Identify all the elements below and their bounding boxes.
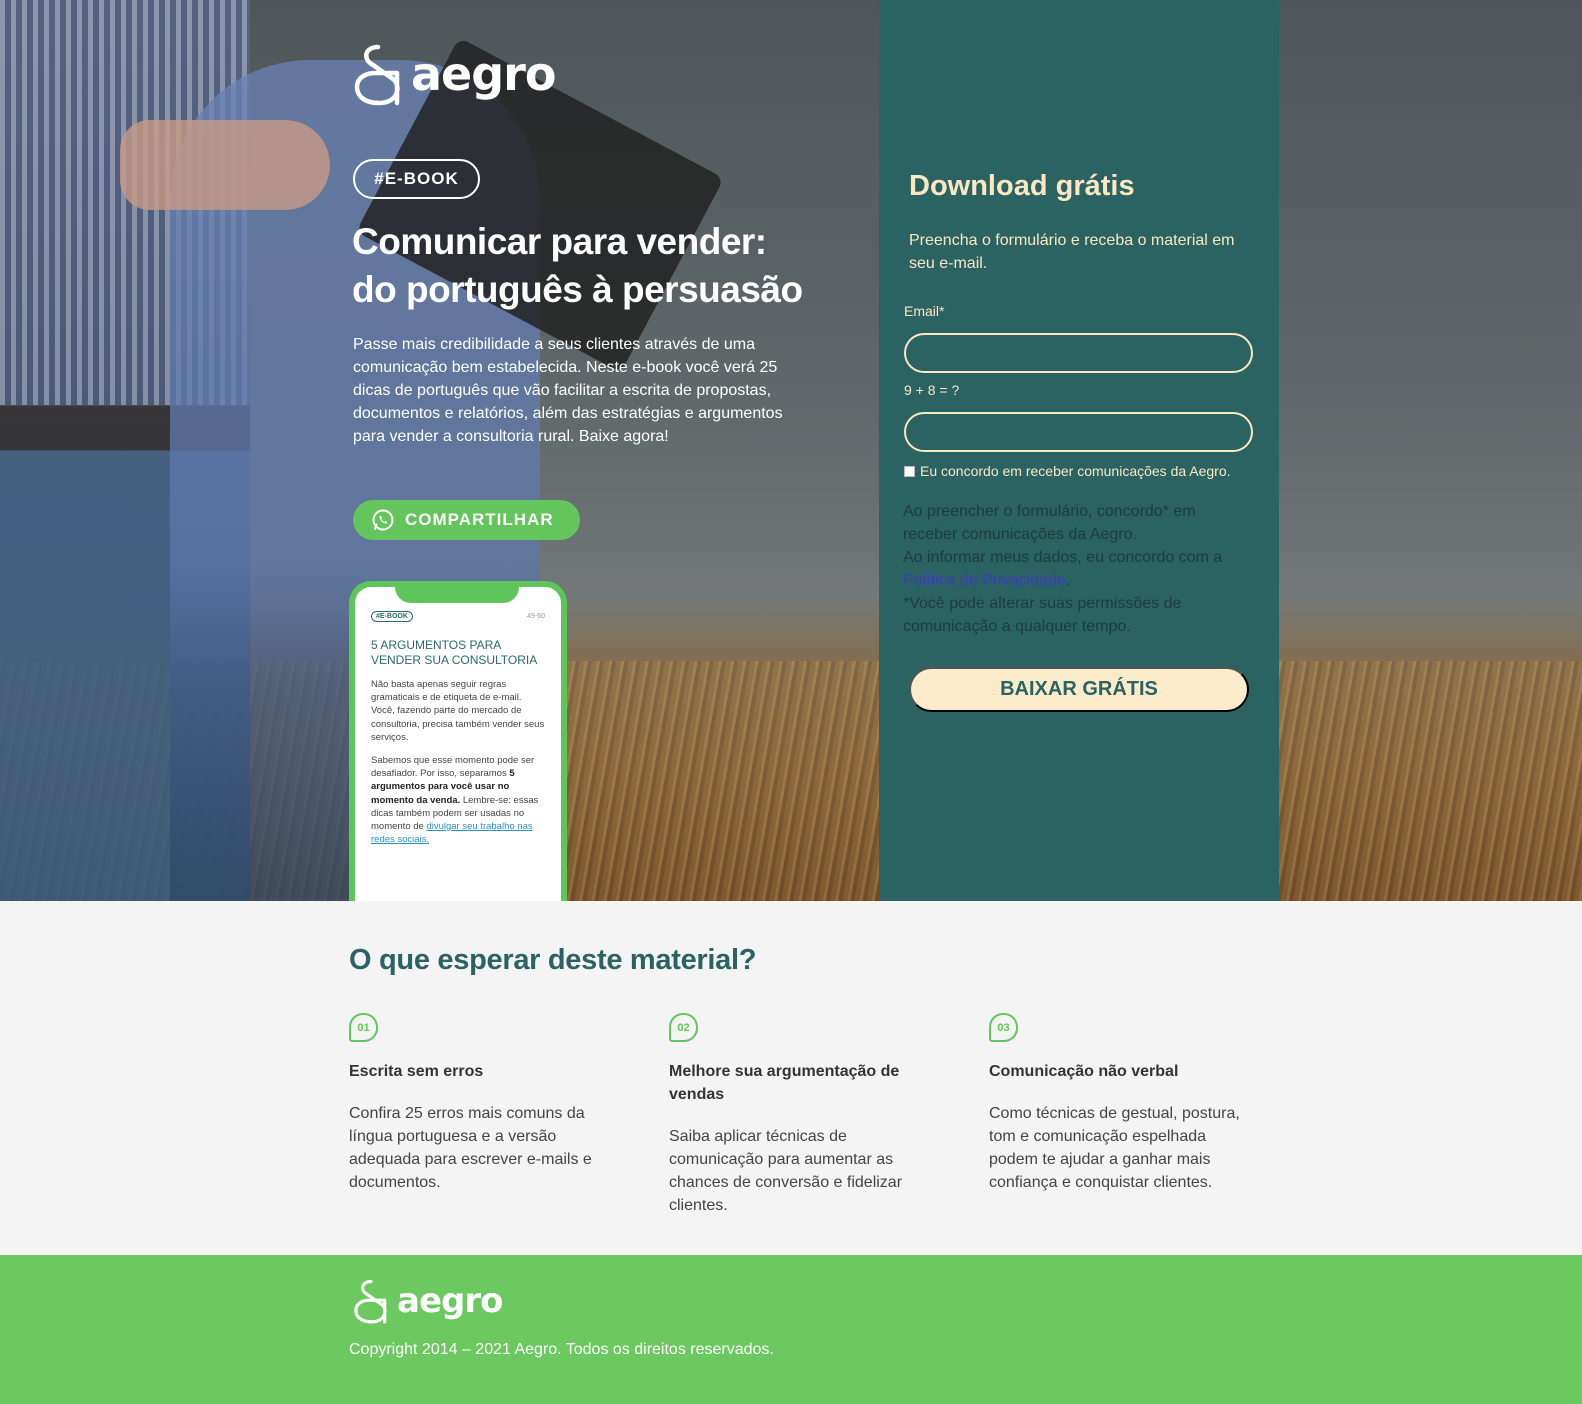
phone-notch (395, 587, 519, 603)
whatsapp-icon (372, 509, 394, 531)
form-title: Download grátis (909, 170, 1135, 202)
email-label: Email* (904, 303, 945, 319)
consent-label: Eu concordo em receber comunicações da A… (920, 463, 1231, 479)
expect-item-text: Saiba aplicar técnicas de comunicação pa… (669, 1128, 903, 1214)
expect-item-2: 02 Melhore sua argumentação de vendas Sa… (669, 1013, 909, 1217)
share-button-label: COMPARTILHAR (405, 510, 554, 529)
legal-line-3: *Você pode alterar suas permissões de co… (903, 595, 1182, 635)
hero-title-line-2: do português à persuasão (352, 269, 803, 310)
aegro-logo-icon (354, 44, 400, 106)
phone-header: #E-BOOK 49-60 (371, 611, 545, 622)
download-button[interactable]: BAIXAR GRÁTIS (909, 667, 1249, 712)
consent-row: Eu concordo em receber comunicações da A… (904, 463, 1231, 479)
phone-mockup: #E-BOOK 49-60 5 ARGUMENTOS PARA VENDER S… (349, 581, 567, 901)
expect-item-title: Melhore sua argumentação de vendas (669, 1063, 900, 1103)
copyright-text: Copyright 2014 – 2021 Aegro. Todos os di… (349, 1341, 774, 1358)
legal-line-2: Ao informar meus dados, eu concordo com … (903, 546, 1253, 592)
phone-title-line-1: 5 ARGUMENTOS PARA (371, 638, 502, 652)
share-whatsapp-button[interactable]: COMPARTILHAR (353, 500, 580, 540)
ebook-tag: #E-BOOK (353, 159, 480, 199)
footer-logo[interactable]: aegro (353, 1277, 503, 1325)
expect-item-1: 01 Escrita sem erros Confira 25 erros ma… (349, 1013, 609, 1194)
logo-wordmark: aegro (397, 1281, 503, 1321)
logo-wordmark: aegro (411, 47, 556, 101)
legal-line-1: Ao preencher o formulário, concordo* em … (903, 503, 1196, 543)
footer: aegro Copyright 2014 – 2021 Aegro. Todos… (0, 1255, 1582, 1404)
legal-line-2-start: Ao informar meus dados, eu concordo com … (903, 549, 1223, 566)
phone-title: 5 ARGUMENTOS PARA VENDER SUA CONSULTORIA (371, 638, 545, 668)
hero-description: Passe mais credibilidade a seus clientes… (353, 336, 783, 445)
expect-item-title: Escrita sem erros (349, 1063, 484, 1080)
phone-screen: #E-BOOK 49-60 5 ARGUMENTOS PARA VENDER S… (355, 587, 561, 901)
expect-item-text: Como técnicas de gestual, postura, tom e… (989, 1105, 1240, 1191)
hero-section: aegro #E-BOOK Comunicar para vender: do … (0, 0, 1582, 901)
expect-title: O que esperar deste material? (349, 944, 757, 976)
hero-title: Comunicar para vender: do português à pe… (352, 218, 822, 314)
number-badge-icon: 03 (989, 1013, 1018, 1042)
captcha-label: 9 + 8 = ? (904, 382, 960, 398)
expect-item-3: 03 Comunicação não verbal Como técnicas … (989, 1013, 1249, 1194)
phone-page-number: 49-60 (527, 613, 545, 620)
aegro-logo-icon (354, 1279, 387, 1324)
form-subtitle: Preencha o formulário e receba o materia… (909, 232, 1235, 272)
legal-line-2-end: . (1065, 572, 1071, 589)
number-badge-icon: 02 (669, 1013, 698, 1042)
hero-title-line-1: Comunicar para vender: (352, 221, 767, 262)
phone-paragraph-1: Não basta apenas seguir regras gramatica… (371, 679, 545, 743)
number-badge-icon: 01 (349, 1013, 378, 1042)
privacy-policy-link[interactable]: Política de Privacidade (903, 572, 1066, 589)
phone-paragraph-2: Sabemos que esse momento pode ser desafi… (371, 754, 545, 846)
expect-item-title: Comunicação não verbal (989, 1063, 1179, 1080)
legal-text: Ao preencher o formulário, concordo* em … (903, 500, 1253, 638)
phone-ebook-tag: #E-BOOK (371, 611, 413, 622)
email-input[interactable] (904, 333, 1253, 373)
expect-section: O que esperar deste material? 01 Escrita… (0, 901, 1582, 1255)
background-hand (120, 120, 330, 210)
captcha-input[interactable] (904, 412, 1253, 452)
expect-item-text: Confira 25 erros mais comuns da língua p… (349, 1105, 592, 1191)
header-logo[interactable]: aegro (353, 41, 556, 107)
phone-title-line-2: VENDER SUA CONSULTORIA (371, 653, 538, 667)
consent-checkbox[interactable] (904, 465, 915, 477)
download-form-panel: Download grátis Preencha o formulário e … (879, 0, 1279, 901)
